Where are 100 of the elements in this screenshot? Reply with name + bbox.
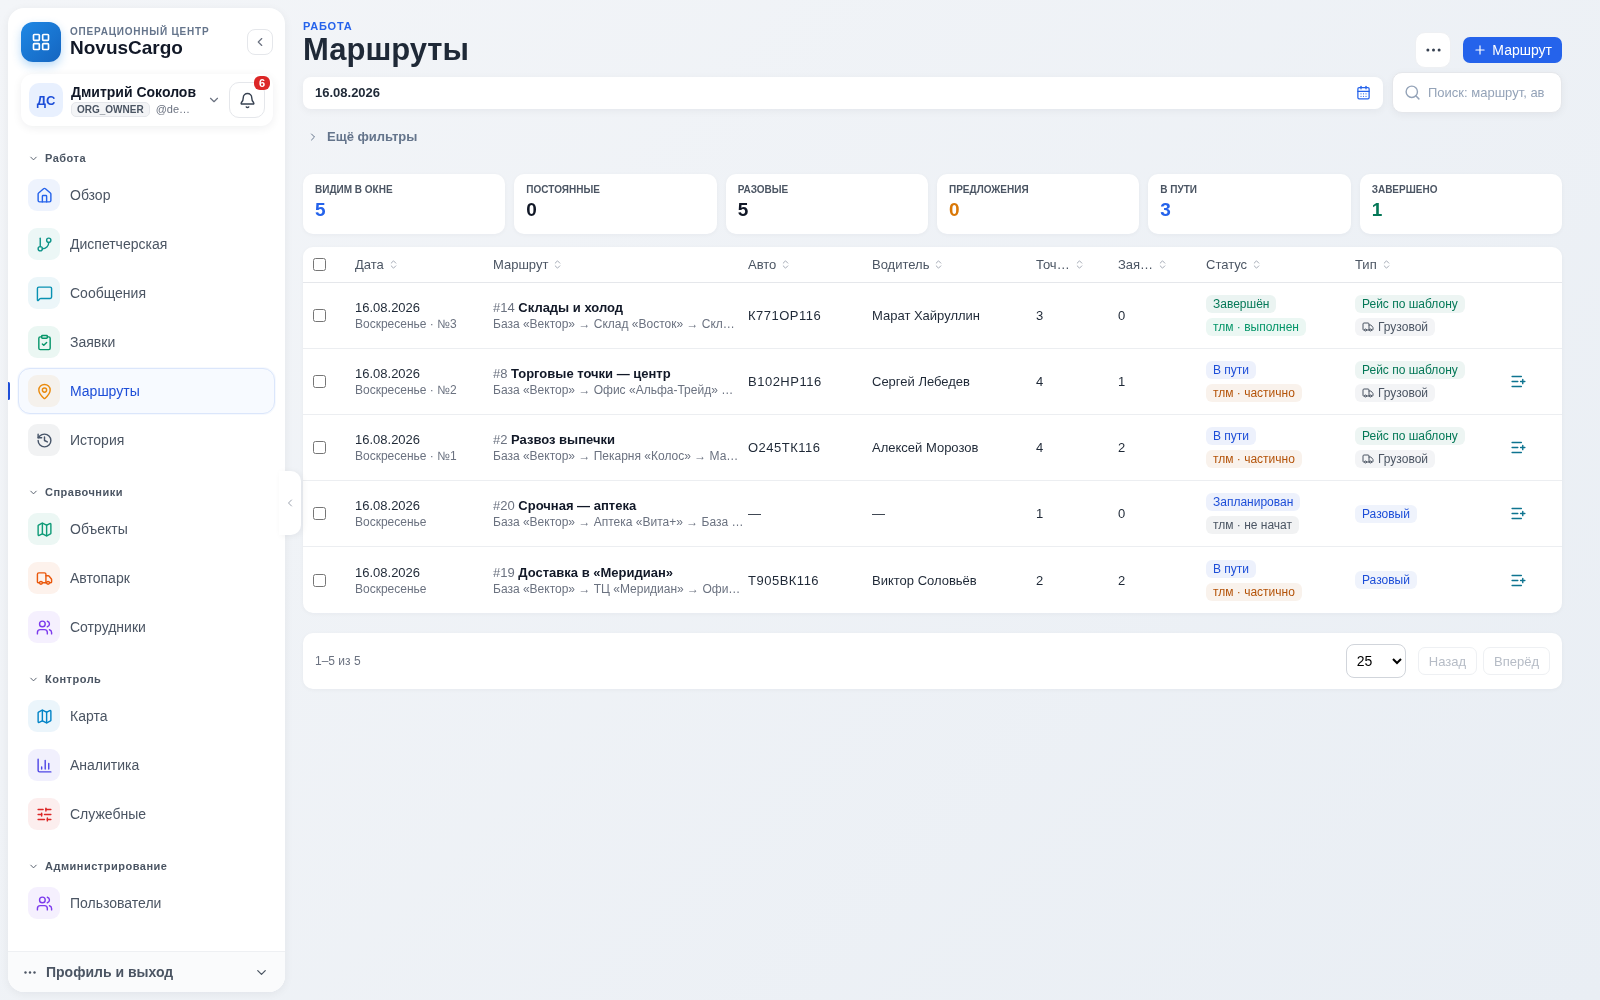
section-header[interactable]: Контроль [18, 665, 112, 693]
stat-value: 5 [315, 199, 327, 221]
nav-item[interactable]: Заявки [18, 319, 275, 365]
route-name[interactable]: #2 Развоз выпечки [493, 432, 748, 447]
status-tag: В пути [1206, 559, 1257, 578]
date-text: 16.08.2026 [355, 564, 422, 580]
row-checkbox[interactable] [313, 507, 326, 520]
date-text: 16.08.2026 [355, 366, 422, 381]
column-header[interactable]: Тип [1355, 257, 1392, 272]
stat-label: РАЗОВЫЕ [737, 184, 790, 195]
stat-value: 1 [1371, 199, 1384, 221]
status-tag: тлм · не начат [1206, 516, 1299, 534]
column-header[interactable]: Статус [1206, 257, 1263, 272]
more-filters-toggle[interactable]: Ещё фильтры [303, 125, 422, 148]
orders-count: 0 [1118, 308, 1127, 323]
driver-name: Алексей Морозов [872, 440, 980, 455]
sidebar-handle[interactable] [279, 471, 301, 535]
stat-value: 3 [1160, 199, 1172, 221]
section-header[interactable]: Справочники [18, 478, 134, 506]
points-count: 2 [1036, 572, 1045, 588]
orders-count: 0 [1118, 506, 1127, 521]
column-header[interactable]: Водитель [872, 257, 945, 272]
nav-item[interactable]: Пользователи [18, 880, 275, 926]
row-checkbox[interactable] [313, 309, 326, 322]
status-tag: тлм · частично [1206, 582, 1302, 601]
vehicle-plate: В102НР116 [748, 374, 823, 389]
nav-item[interactable]: Карта [18, 693, 275, 739]
status-tag: тлм · частично [1206, 450, 1302, 468]
status-tag: В пути [1206, 427, 1257, 445]
route-name[interactable]: #20 Срочная — аптека [493, 498, 748, 513]
route-name[interactable]: #19 Доставка в «Меридиан» [493, 564, 748, 580]
day-text: Воскресенье · №3 [355, 317, 458, 331]
column-header[interactable]: Зая… [1118, 257, 1169, 272]
vehicle-plate: О245ТК116 [748, 440, 822, 455]
page-range: 1–5 из 5 [315, 654, 362, 668]
row-checkbox[interactable] [313, 441, 326, 454]
plus-icon [1473, 43, 1488, 57]
vehicle-tag: Грузовой [1355, 450, 1436, 468]
truck-icon [1362, 321, 1374, 333]
orders-count: 2 [1118, 440, 1127, 455]
route-name[interactable]: #8 Торговые точки — центр [493, 366, 748, 381]
vehicle-plate: — [748, 506, 763, 521]
stat-label: ПРЕДЛОЖЕНИЯ [949, 184, 1030, 195]
search-icon [1404, 84, 1421, 101]
route-name[interactable]: #14 Склады и холод [493, 300, 748, 315]
type-tag: Разовый [1355, 571, 1417, 589]
nav-item[interactable]: Сообщения [18, 270, 275, 316]
stat-value: 0 [949, 199, 961, 221]
stat-value: 5 [737, 199, 750, 221]
truck-icon [1362, 453, 1374, 465]
day-text: Воскресенье · №1 [355, 449, 458, 463]
column-header[interactable]: Авто [748, 257, 792, 272]
nav-item[interactable]: Объекты [18, 506, 275, 552]
type-tag: Рейс по шаблону [1355, 361, 1465, 379]
stat-label: ПОСТОЯННЫЕ [526, 184, 601, 195]
date-field[interactable]: 16.08.2026 [303, 76, 1383, 109]
add-route-button[interactable]: Маршрут [1463, 37, 1562, 63]
search-field[interactable]: Поиск: маршрут, ав [1392, 72, 1562, 113]
row-checkbox[interactable] [313, 573, 326, 587]
route-path: База «Вектор» → Склад «Восток» → Скл… [493, 317, 736, 331]
vehicle-tag: Грузовой [1355, 384, 1436, 402]
vehicle-plate: Т905ВК116 [748, 572, 821, 588]
row-checkbox[interactable] [313, 375, 326, 388]
points-count: 3 [1036, 308, 1045, 323]
nav-item[interactable]: Автопарк [18, 555, 275, 601]
day-text: Воскресенье [355, 515, 428, 529]
nav-item[interactable]: Сотрудники [18, 604, 275, 650]
select-all-checkbox[interactable] [313, 258, 326, 271]
add-to-list-button[interactable] [1510, 373, 1527, 390]
calendar-icon[interactable] [1356, 85, 1371, 100]
brand-caption: ОПЕРАЦИОННЫЙ ЦЕНТР [70, 25, 211, 37]
page-size-select[interactable]: 25 [1345, 644, 1406, 678]
nav-item[interactable]: Обзор [18, 172, 275, 218]
notification-count: 6 [253, 76, 270, 90]
nav-item[interactable]: Диспетчерская [18, 221, 275, 267]
driver-name: — [872, 506, 886, 521]
add-to-list-button[interactable] [1510, 439, 1527, 456]
status-tag: Запланирован [1206, 493, 1301, 511]
points-count: 4 [1036, 440, 1045, 455]
nav-item[interactable]: Маршруты [18, 368, 275, 414]
column-header[interactable]: Маршрут [493, 257, 564, 272]
add-to-list-button[interactable] [1510, 505, 1527, 522]
nav-item[interactable]: Аналитика [18, 742, 275, 788]
stat-value: 0 [526, 199, 538, 221]
stat-label: ВИДИМ В ОКНЕ [315, 184, 394, 195]
bell-icon [238, 91, 256, 109]
user-name: Дмитрий Соколов [71, 83, 197, 100]
section-header[interactable]: Администрирование [18, 852, 178, 880]
page-title: Маршруты [303, 32, 470, 68]
orders-count: 2 [1118, 572, 1127, 588]
column-header[interactable]: Дата [355, 257, 399, 272]
logo-icon [21, 22, 61, 62]
column-header[interactable]: Точ… [1036, 257, 1085, 272]
profile-menu[interactable]: Профиль и выход [8, 951, 285, 992]
section-header[interactable]: Работа [18, 144, 97, 172]
nav-item[interactable]: История [18, 417, 275, 463]
more-icon [24, 970, 36, 974]
nav-item[interactable]: Служебные [18, 791, 275, 837]
driver-name: Виктор Соловьёв [872, 572, 978, 588]
brand-name: NovusCargo [70, 36, 183, 59]
